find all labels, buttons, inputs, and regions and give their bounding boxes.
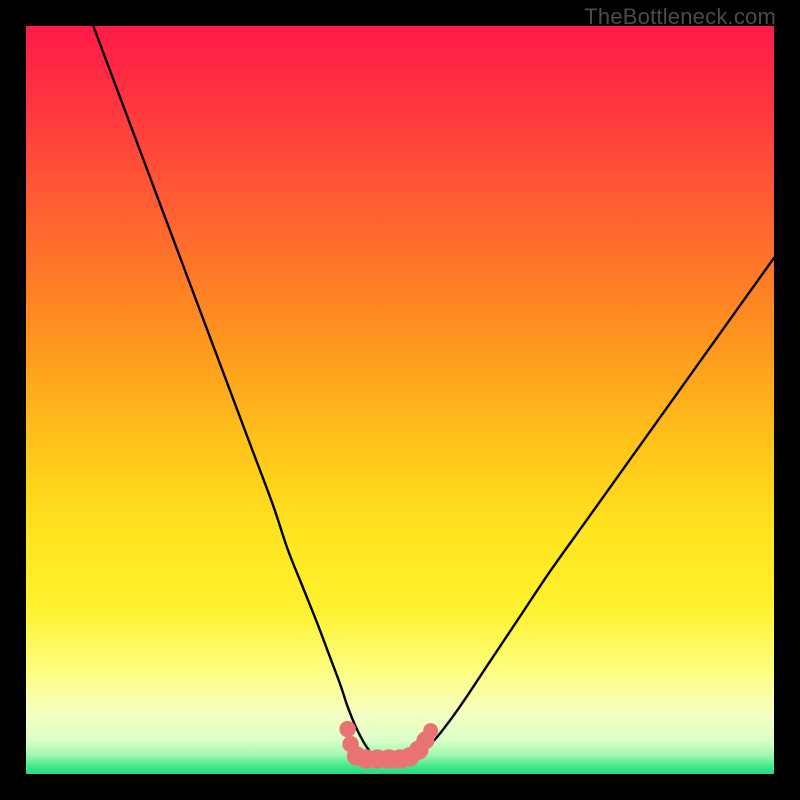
valley-markers (339, 721, 438, 769)
plot-area (26, 26, 774, 774)
valley-marker (423, 723, 438, 738)
chart-svg (26, 26, 774, 774)
watermark-text: TheBottleneck.com (584, 4, 776, 30)
valley-marker (339, 721, 355, 737)
chart-stage: TheBottleneck.com (0, 0, 800, 800)
bottleneck-curve (93, 26, 774, 759)
